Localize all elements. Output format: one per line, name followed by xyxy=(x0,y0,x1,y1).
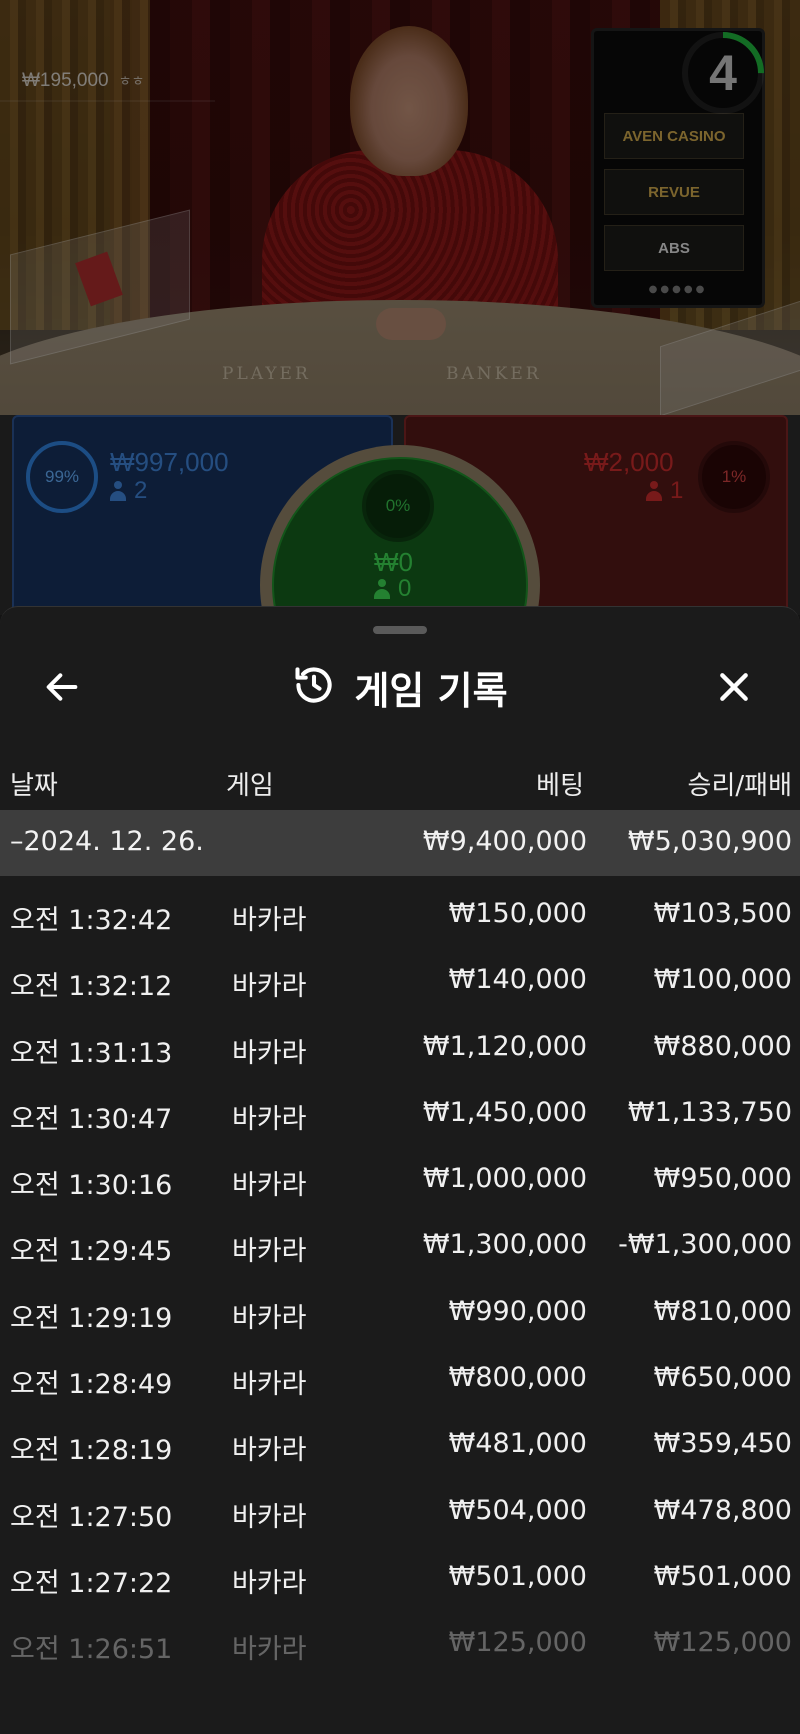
row-bet: ₩1,120,000 xyxy=(422,1030,587,1062)
row-bet: ₩1,450,000 xyxy=(422,1096,587,1128)
row-time: 오전 1:26:51 xyxy=(10,1634,173,1666)
summary-bet-total: ₩9,400,000 xyxy=(422,826,587,857)
history-row[interactable]: 오전 1:32:42 바카라 ₩150,000 ₩103,500 xyxy=(0,880,800,946)
row-time: 오전 1:32:42 xyxy=(10,905,173,936)
row-bet: ₩150,000 xyxy=(448,898,587,929)
column-header-win-loss: 승리/패배 xyxy=(687,771,792,801)
history-row[interactable]: 오전 1:29:45 바카라 ₩1,300,000 -₩1,300,000 xyxy=(0,1211,800,1277)
back-button[interactable] xyxy=(40,665,84,709)
row-game: 바카라 xyxy=(232,1634,307,1666)
row-time: 오전 1:27:50 xyxy=(10,1501,173,1533)
row-win-loss: -₩1,300,000 xyxy=(618,1229,792,1261)
row-game: 바카라 xyxy=(232,1103,307,1135)
row-game: 바카라 xyxy=(232,1302,307,1334)
row-game: 바카라 xyxy=(232,1037,307,1069)
history-row[interactable]: 오전 1:27:22 바카라 ₩501,000 ₩501,000 xyxy=(0,1543,800,1609)
history-row[interactable]: 오전 1:32:12 바카라 ₩140,000 ₩100,000 xyxy=(0,946,800,1012)
history-row[interactable]: 오전 1:30:16 바카라 ₩1,000,000 ₩950,000 xyxy=(0,1145,800,1211)
row-game: 바카라 xyxy=(232,1567,307,1599)
sheet-header: 게임 기록 xyxy=(0,647,800,727)
row-win-loss: ₩501,000 xyxy=(653,1560,792,1592)
row-time: 오전 1:31:13 xyxy=(10,1037,173,1069)
row-game: 바카라 xyxy=(232,1170,307,1202)
column-header-game: 게임 xyxy=(226,771,274,801)
row-win-loss: ₩478,800 xyxy=(653,1494,792,1526)
row-win-loss: ₩103,500 xyxy=(653,898,792,929)
row-time: 오전 1:28:49 xyxy=(10,1369,173,1401)
history-row[interactable]: 오전 1:26:51 바카라 ₩125,000 ₩125,000 xyxy=(0,1609,800,1675)
close-button[interactable] xyxy=(712,665,756,709)
row-time: 오전 1:28:19 xyxy=(10,1435,173,1467)
row-win-loss: ₩880,000 xyxy=(653,1030,792,1062)
row-time: 오전 1:27:22 xyxy=(10,1567,173,1599)
row-bet: ₩1,300,000 xyxy=(422,1229,587,1261)
row-time: 오전 1:29:19 xyxy=(10,1302,173,1334)
history-row[interactable]: 오전 1:30:47 바카라 ₩1,450,000 ₩1,133,750 xyxy=(0,1079,800,1145)
row-bet: ₩140,000 xyxy=(448,964,587,996)
history-row[interactable]: 오전 1:28:19 바카라 ₩481,000 ₩359,450 xyxy=(0,1410,800,1476)
history-row[interactable]: 오전 1:28:49 바카라 ₩800,000 ₩650,000 xyxy=(0,1344,800,1410)
row-time: 오전 1:30:47 xyxy=(10,1103,173,1135)
game-history-sheet: 게임 기록 날짜 게임 베팅 승리/패배 –2024. 12. 26. ₩9,4… xyxy=(0,606,800,1734)
row-time: 오전 1:30:16 xyxy=(10,1170,173,1202)
summary-date: –2024. 12. 26. xyxy=(10,826,204,857)
summary-win-loss-total: ₩5,030,900 xyxy=(627,826,792,857)
sheet-title: 게임 기록 xyxy=(354,668,508,713)
row-bet: ₩1,000,000 xyxy=(422,1163,587,1195)
column-header-date: 날짜 xyxy=(10,771,58,801)
row-time: 오전 1:29:45 xyxy=(10,1236,173,1268)
row-bet: ₩125,000 xyxy=(448,1627,587,1659)
history-icon xyxy=(292,663,336,711)
row-game: 바카라 xyxy=(232,1236,307,1268)
row-game: 바카라 xyxy=(232,971,307,1003)
row-game: 바카라 xyxy=(232,1369,307,1401)
row-bet: ₩481,000 xyxy=(448,1428,587,1460)
close-icon xyxy=(720,673,748,701)
history-column-headers: 날짜 게임 베팅 승리/패배 xyxy=(0,755,800,807)
row-win-loss: ₩950,000 xyxy=(653,1163,792,1195)
row-game: 바카라 xyxy=(232,905,307,936)
date-group-summary[interactable]: –2024. 12. 26. ₩9,400,000 ₩5,030,900 xyxy=(0,810,800,876)
row-win-loss: ₩100,000 xyxy=(653,964,792,996)
history-row[interactable]: 오전 1:29:19 바카라 ₩990,000 ₩810,000 xyxy=(0,1278,800,1344)
row-time: 오전 1:32:12 xyxy=(10,971,173,1003)
row-bet: ₩800,000 xyxy=(448,1362,587,1394)
column-header-bet: 베팅 xyxy=(536,771,584,801)
history-row[interactable]: 오전 1:27:50 바카라 ₩504,000 ₩478,800 xyxy=(0,1477,800,1543)
row-win-loss: ₩1,133,750 xyxy=(627,1096,792,1128)
history-list: 오전 1:32:42 바카라 ₩150,000 ₩103,500 오전 1:32:12 바… xyxy=(0,880,800,1676)
row-win-loss: ₩359,450 xyxy=(653,1428,792,1460)
row-bet: ₩501,000 xyxy=(448,1560,587,1592)
row-bet: ₩990,000 xyxy=(448,1295,587,1327)
row-win-loss: ₩125,000 xyxy=(653,1627,792,1659)
modal-backdrop[interactable] xyxy=(0,0,800,615)
row-game: 바카라 xyxy=(232,1435,307,1467)
history-row[interactable]: 오전 1:31:13 바카라 ₩1,120,000 ₩880,000 xyxy=(0,1013,800,1079)
row-game: 바카라 xyxy=(232,1501,307,1533)
row-win-loss: ₩810,000 xyxy=(653,1295,792,1327)
sheet-title-group: 게임 기록 xyxy=(0,647,800,727)
row-bet: ₩504,000 xyxy=(448,1494,587,1526)
arrow-left-icon xyxy=(46,673,78,701)
row-win-loss: ₩650,000 xyxy=(653,1362,792,1394)
drag-handle[interactable] xyxy=(373,626,427,634)
